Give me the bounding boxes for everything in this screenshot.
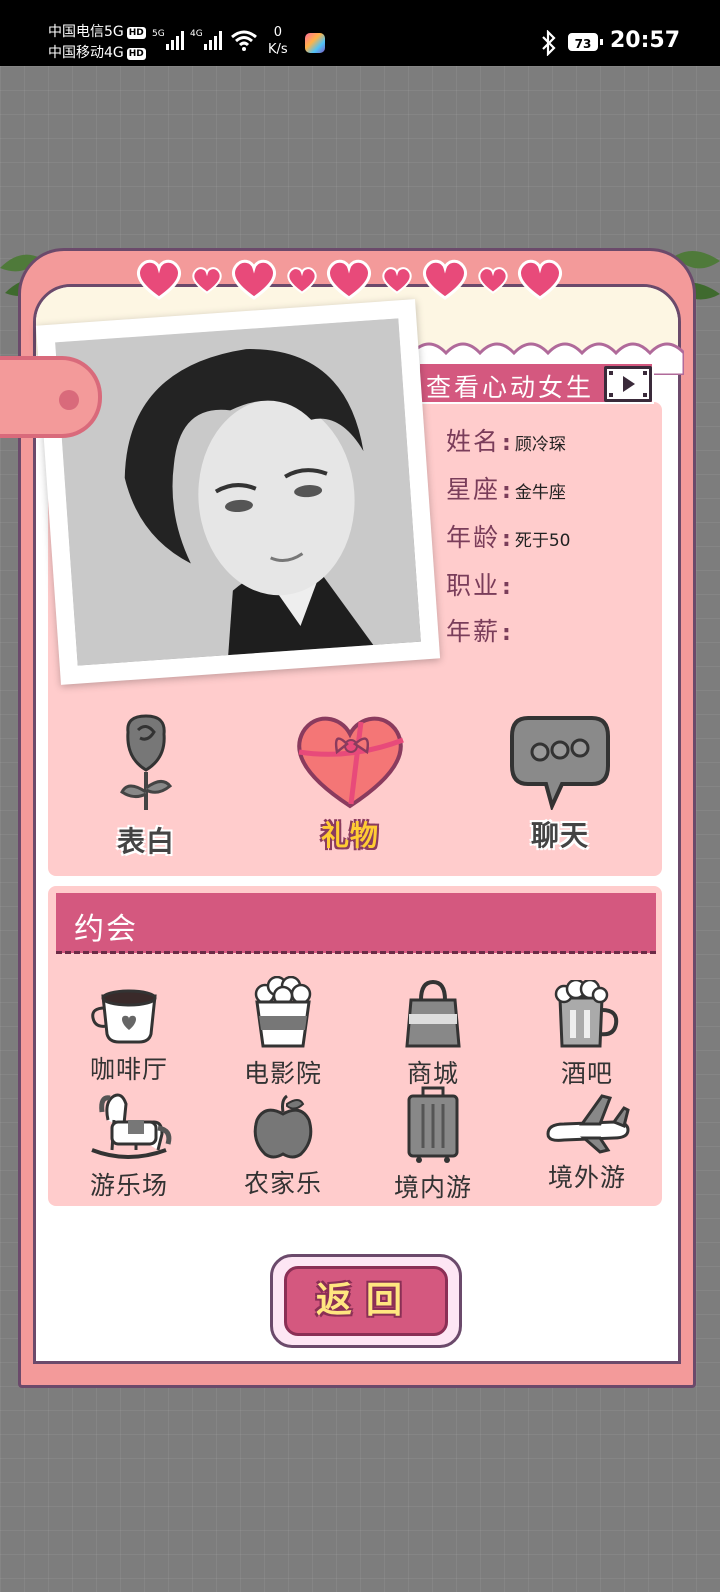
info-value: 金牛座 [514, 483, 566, 503]
place-cinema[interactable]: 电影院 [208, 975, 358, 1090]
place-bar[interactable]: 酒吧 [512, 978, 662, 1090]
apple-icon [253, 1094, 313, 1159]
place-label: 境外游 [547, 1163, 626, 1192]
airplane-icon [546, 1094, 630, 1154]
gift-button[interactable]: 礼物 [290, 712, 410, 854]
video-play-icon[interactable] [604, 366, 652, 402]
network-speed: 0 K/s [268, 25, 288, 57]
app-notification-icon [305, 33, 325, 53]
heart-icon [326, 259, 372, 300]
info-label: 星座 [446, 475, 501, 504]
rose-icon [120, 714, 173, 810]
place-label: 电影院 [243, 1059, 322, 1088]
place-cafe[interactable]: 咖啡厅 [54, 986, 204, 1086]
popcorn-icon [254, 975, 312, 1048]
place-mall[interactable]: 商城 [358, 978, 508, 1090]
confess-button[interactable]: 表白 [100, 712, 192, 860]
beer-mug-icon [554, 978, 619, 1048]
chat-bubble-icon [510, 716, 610, 812]
svg-text:5G: 5G [152, 29, 165, 39]
hd-badge: HD [126, 48, 146, 60]
place-label: 农家乐 [243, 1169, 322, 1198]
chat-label: 聊天 [530, 819, 589, 852]
rocking-horse-icon [91, 1093, 172, 1159]
shopping-bag-icon [405, 979, 461, 1048]
place-domestic-travel[interactable]: 境内游 [358, 1084, 508, 1204]
info-value: 死于50 [514, 531, 571, 551]
side-tab-dot [59, 390, 79, 410]
heart-icon [231, 259, 277, 300]
heart-icon [422, 259, 468, 300]
dating-header [56, 893, 656, 953]
carrier-info: 中国电信5G HD 中国移动4G HD [48, 22, 146, 64]
dating-title: 约会 [74, 912, 138, 947]
place-label: 游乐场 [89, 1171, 168, 1200]
suitcase-icon [407, 1086, 459, 1163]
carrier-2: 中国移动4G [48, 45, 124, 61]
info-row-name: 姓名: 顾冷琛 [446, 427, 566, 456]
carrier-1: 中国电信5G [48, 24, 124, 40]
dating-header-divider [56, 951, 656, 954]
heart-icon [192, 267, 222, 294]
signal-icon: 5G [152, 29, 184, 50]
heart-icon [136, 259, 182, 300]
place-amusement-park[interactable]: 游乐场 [54, 1090, 204, 1202]
info-label: 年薪 [446, 617, 501, 646]
wifi-icon [231, 30, 257, 51]
signal-icon: 4G [190, 29, 222, 50]
view-heart-girls-label: 查看心动女生 [426, 373, 595, 402]
battery-icon: 73 [568, 33, 598, 51]
hearts-row [135, 258, 565, 302]
character-portrait [55, 318, 421, 666]
status-bar: 中国电信5G HD 中国移动4G HD 5G 4G 0 K/s 73 20:57 [0, 0, 720, 66]
info-value: 顾冷琛 [514, 435, 566, 455]
chat-button[interactable]: 聊天 [506, 712, 614, 854]
info-row-job: 职业: [446, 571, 511, 600]
place-overseas-travel[interactable]: 境外游 [512, 1090, 662, 1194]
clock: 20:57 [610, 28, 681, 53]
coffee-cup-icon [91, 989, 157, 1044]
svg-text:4G: 4G [190, 29, 203, 39]
heart-icon [382, 267, 412, 294]
info-row-age: 年龄: 死于50 [446, 523, 571, 552]
place-label: 酒吧 [560, 1059, 613, 1088]
heart-icon [287, 267, 317, 294]
info-label: 职业 [446, 571, 501, 600]
gift-heart-icon [297, 716, 404, 809]
place-label: 境内游 [393, 1173, 472, 1202]
heart-icon [478, 267, 508, 294]
back-button-label: 返回 [315, 1280, 416, 1321]
place-label: 咖啡厅 [89, 1055, 168, 1084]
info-label: 年龄 [446, 523, 501, 552]
side-tab[interactable] [0, 356, 102, 438]
place-farmstay[interactable]: 农家乐 [208, 1094, 358, 1200]
battery-cap [600, 39, 603, 45]
character-portrait-frame [35, 299, 441, 685]
bluetooth-icon [542, 30, 556, 56]
gift-label: 礼物 [320, 819, 379, 852]
heart-icon [517, 259, 563, 300]
info-row-zodiac: 星座: 金牛座 [446, 475, 566, 504]
confess-label: 表白 [116, 825, 175, 858]
hd-badge: HD [126, 27, 146, 39]
info-row-salary: 年薪: [446, 617, 511, 646]
info-label: 姓名 [446, 427, 501, 456]
